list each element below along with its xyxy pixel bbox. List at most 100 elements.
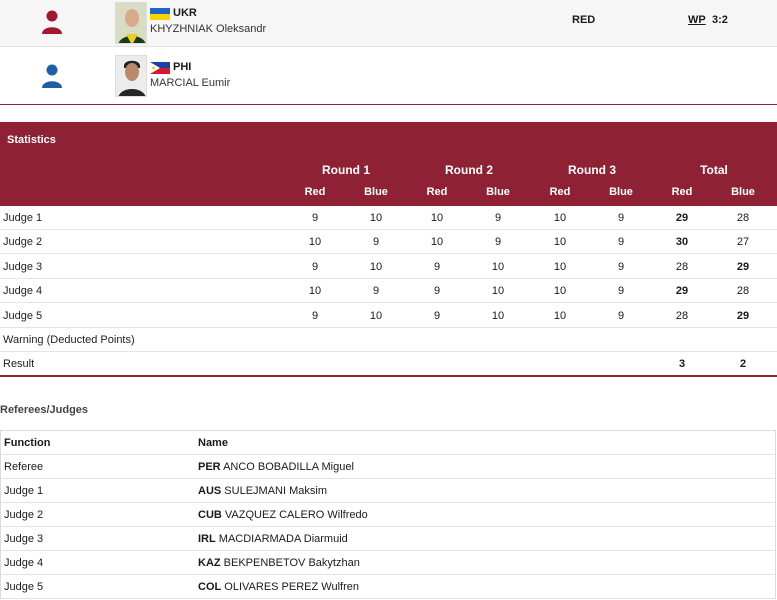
score-cell: 10 — [553, 309, 567, 322]
round-2-header: Round 2 — [445, 163, 493, 177]
score-cell: 10 — [369, 260, 383, 273]
table-row: Judge 1 AUS SULEJMANI Maksim — [1, 479, 775, 503]
athlete-photo-icon — [116, 56, 146, 96]
corner-header-red: Red — [304, 186, 326, 198]
corner-header-red: Red — [549, 186, 571, 198]
official-name-cell: KAZ BEKPENBETOV Bakytzhan — [198, 557, 360, 569]
row-label: Judge 4 — [3, 285, 43, 298]
official-noc: KAZ — [198, 557, 221, 569]
round-3-header: Round 3 — [568, 163, 616, 177]
athlete-name-blue[interactable]: MARCIAL Eumir — [150, 77, 230, 89]
table-row: Judge 3 9 10 9 10 10 9 28 29 — [0, 255, 777, 279]
score-cell: 28 — [675, 260, 689, 273]
official-name[interactable]: VAZQUEZ CALERO Wilfredo — [225, 509, 368, 521]
official-name[interactable]: ANCO BOBADILLA Miguel — [223, 461, 354, 473]
row-label: Warning (Deducted Points) — [3, 334, 135, 346]
referees-table-header: Function Name — [1, 431, 775, 455]
official-name-cell: CUB VAZQUEZ CALERO Wilfredo — [198, 509, 368, 521]
official-function: Referee — [4, 461, 44, 473]
winner-corner: RED — [572, 14, 596, 26]
official-name-cell: COL OLIVARES PEREZ Wulfren — [198, 581, 359, 593]
score-cell: 3 — [678, 358, 686, 371]
official-name-cell: AUS SULEJMANI Maksim — [198, 485, 327, 497]
athlete-name-red[interactable]: KHYZHNIAK Oleksandr — [150, 23, 266, 35]
score-cell: 9 — [617, 309, 625, 322]
round-1-header: Round 1 — [322, 163, 370, 177]
statistics-bottom-border — [0, 375, 777, 377]
corner-header-blue: Blue — [486, 186, 510, 198]
column-header-name: Name — [198, 437, 228, 449]
athlete-row-blue — [0, 47, 777, 104]
official-name[interactable]: SULEJMANI Maksim — [224, 485, 327, 497]
decision-type[interactable]: WP — [688, 14, 706, 26]
official-name[interactable]: MACDIARMADA Diarmuid — [219, 533, 348, 545]
score-cell: 9 — [494, 212, 502, 224]
row-label: Result — [3, 358, 35, 371]
table-row: Judge 1 9 10 10 9 10 9 29 28 — [0, 206, 777, 230]
row-label: Judge 2 — [3, 236, 43, 249]
score-cell: 9 — [433, 260, 441, 273]
score-cell: 10 — [491, 260, 505, 273]
referees-table: Function Name Referee PER ANCO BOBADILLA … — [0, 430, 776, 599]
score-cell: 28 — [736, 212, 750, 224]
score-cell: 9 — [372, 285, 380, 298]
official-name-cell: IRL MACDIARMADA Diarmuid — [198, 533, 348, 545]
statistics-header: Statistics Round 1 Round 2 Round 3 Total… — [0, 122, 777, 206]
athlete-row-red: UKR KHYZHNIAK Oleksandr RED WP 3:2 — [0, 0, 777, 47]
official-function: Judge 1 — [4, 485, 44, 497]
score-cell: 27 — [736, 236, 750, 249]
official-function: Judge 2 — [4, 509, 44, 521]
score-cell: 30 — [675, 236, 689, 249]
flag-phi-icon — [150, 62, 170, 74]
table-row: Referee PER ANCO BOBADILLA Miguel — [1, 455, 775, 479]
table-row: Judge 3 IRL MACDIARMADA Diarmuid — [1, 527, 775, 551]
row-label: Judge 3 — [3, 260, 43, 273]
score-cell: 2 — [739, 358, 747, 371]
score-cell: 29 — [736, 260, 750, 273]
score-cell: 9 — [433, 285, 441, 298]
referees-title: Referees/Judges — [0, 404, 89, 416]
person-icon-blue — [42, 64, 62, 88]
table-row: Judge 5 COL OLIVARES PEREZ Wulfren — [1, 575, 775, 599]
flag-ukr-icon — [150, 8, 170, 20]
official-function: Judge 5 — [4, 581, 44, 593]
athlete-photo-blue — [115, 55, 147, 97]
athletes-divider — [0, 104, 777, 105]
official-noc: CUB — [198, 509, 222, 521]
corner-header-blue: Blue — [364, 186, 388, 198]
official-name-cell: PER ANCO BOBADILLA Miguel — [198, 461, 354, 473]
corner-header-blue: Blue — [731, 186, 755, 198]
score-cell: 9 — [433, 309, 441, 322]
table-row: Warning (Deducted Points) — [0, 328, 777, 352]
official-noc: AUS — [198, 485, 222, 497]
score-cell: 9 — [617, 212, 625, 224]
score-cell: 9 — [372, 236, 380, 249]
score-cell: 9 — [617, 260, 625, 273]
athlete-photo-red — [115, 2, 147, 44]
score-cell: 9 — [311, 212, 319, 224]
score-cell: 9 — [311, 309, 319, 322]
score-cell: 9 — [494, 236, 502, 249]
official-name[interactable]: BEKPENBETOV Bakytzhan — [224, 557, 360, 569]
official-function: Judge 4 — [4, 557, 44, 569]
score-cell: 28 — [675, 309, 689, 322]
score-cell: 10 — [308, 285, 322, 298]
athlete-noc-blue: PHI — [173, 61, 192, 73]
score-cell: 10 — [491, 285, 505, 298]
score-cell: 10 — [553, 236, 567, 249]
official-name[interactable]: OLIVARES PEREZ Wulfren — [224, 581, 359, 593]
score-cell: 29 — [736, 309, 750, 322]
score-cell: 10 — [369, 309, 383, 322]
table-row: Judge 4 10 9 9 10 10 9 29 28 — [0, 279, 777, 304]
score-cell: 10 — [491, 309, 505, 322]
decision-score: 3:2 — [712, 14, 728, 26]
corner-header-red: Red — [426, 186, 448, 198]
score-cell: 10 — [369, 212, 383, 224]
athlete-noc-red: UKR — [173, 7, 197, 19]
score-cell: 29 — [675, 285, 689, 298]
score-cell: 9 — [311, 260, 319, 273]
table-row: Judge 2 10 9 10 9 10 9 30 27 — [0, 230, 777, 255]
official-noc: IRL — [198, 533, 216, 545]
row-label: Judge 5 — [3, 309, 43, 322]
score-cell: 29 — [675, 212, 689, 224]
